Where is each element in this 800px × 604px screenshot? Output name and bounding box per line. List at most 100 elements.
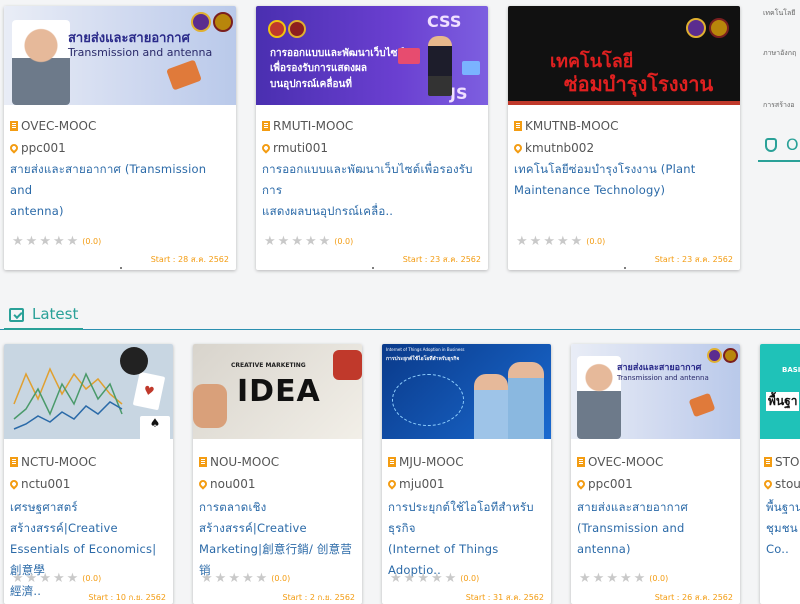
building-icon	[577, 457, 585, 467]
course-thumbnail[interactable]: การออกแบบและพัฒนาเว็บไซต์ เพื่อรองรับการ…	[256, 6, 488, 105]
star-icon: ★	[570, 234, 583, 249]
course-thumbnail[interactable]: สายส่งและสายอากาศ Transmission and anten…	[4, 6, 236, 105]
title-line[interactable]: เศรษฐศาสตร์สร้างสรรค์|Creative	[10, 497, 167, 539]
title-line[interactable]: การตลาดเชิงสร้างสรรค์|Creative	[199, 497, 356, 539]
institution-label: STO	[775, 455, 800, 469]
course-title[interactable]: เทคโนโลยีซ่อมบำรุงโรงงาน (Plant Maintenan…	[514, 159, 734, 201]
institution-label: NOU-MOOC	[210, 455, 280, 469]
course-card[interactable]: สายส่งและสายอากาศ Transmission and anten…	[571, 344, 740, 604]
star-icon: ★	[277, 234, 290, 249]
star-icon: ★	[66, 571, 79, 586]
logo-icon	[191, 12, 211, 32]
course-thumbnail[interactable]: BASI พื้นฐา	[760, 344, 800, 439]
title-line[interactable]: พื้นฐาน	[766, 497, 800, 518]
building-icon	[199, 457, 207, 467]
chart-badge-icon	[120, 347, 148, 375]
course-title[interactable]: สายส่งและสายอากาศ (Transmission and anten…	[10, 159, 230, 222]
title-line[interactable]: แสดงผลบนอุปกรณ์เคลื่อ..	[262, 201, 482, 222]
pin-icon	[575, 478, 587, 490]
building-icon	[514, 121, 522, 131]
rating-value: (0.0)	[460, 574, 480, 583]
title-line[interactable]: เทคโนโลยีซ่อมบำรุงโรงงาน (Plant	[514, 159, 734, 180]
course-card[interactable]: BASI พื้นฐา STO stou. พื้นฐานชุมชนCo..	[760, 344, 800, 604]
course-card[interactable]: สายส่งและสายอากาศ Transmission and anten…	[4, 6, 236, 270]
course-thumbnail[interactable]: เทคโนโลยี ซ่อมบำรุงโรงงาน	[508, 6, 740, 105]
pin-icon	[197, 478, 209, 490]
logo-icon	[288, 20, 306, 38]
course-card[interactable]: การออกแบบและพัฒนาเว็บไซต์ เพื่อรองรับการ…	[256, 6, 488, 270]
star-icon: ★	[228, 571, 240, 586]
rating-value: (0.0)	[586, 237, 606, 246]
course-title[interactable]: สายส่งและสายอากาศ (Transmission and anten…	[577, 497, 734, 560]
institution-label: OVEC-MOOC	[21, 119, 97, 133]
logo-icon	[268, 20, 286, 38]
device-illustration	[462, 61, 480, 75]
star-rating: ★ ★ ★ ★ ★ (0.0)	[579, 572, 668, 585]
iot-network-illustration	[392, 374, 464, 426]
institution: OVEC-MOOC	[577, 455, 663, 469]
logo-icon	[709, 18, 729, 38]
star-icon: ★	[39, 234, 51, 249]
rating-value: (0.0)	[334, 237, 354, 246]
course-thumbnail[interactable]: CREATIVE MARKETING IDEA	[193, 344, 362, 439]
star-icon: ★	[39, 571, 51, 586]
latest-section-header: Latest	[0, 305, 800, 331]
side-category-item[interactable]: ภาษาอังกฤ	[763, 48, 796, 59]
institution: KMUTNB-MOOC	[514, 119, 619, 133]
course-card[interactable]: Internet of Things Adoption in Business …	[382, 344, 551, 604]
rating-value: (0.0)	[649, 574, 669, 583]
building-icon	[10, 121, 18, 131]
course-card[interactable]: CREATIVE MARKETING IDEA NOU-MOOC nou001 …	[193, 344, 362, 604]
title-line[interactable]: การประยุกต์ใช้ไอโอทีสำหรับธุรกิจ	[388, 497, 545, 539]
side-category-item[interactable]: เทคโนโลยี	[763, 8, 795, 19]
institution-label: RMUTI-MOOC	[273, 119, 354, 133]
course-title[interactable]: การประยุกต์ใช้ไอโอทีสำหรับธุรกิจ (Interne…	[388, 497, 545, 581]
title-line[interactable]: การออกแบบและพัฒนาเว็บไซต์เพื่อรองรับการ	[262, 159, 482, 201]
thumb-subtitle: Transmission and antenna	[617, 374, 709, 382]
course-thumbnail[interactable]: Internet of Things Adoption in Business …	[382, 344, 551, 439]
title-line[interactable]: Maintenance Technology)	[514, 180, 734, 201]
star-icon: ★	[255, 571, 268, 586]
accent-stripe	[508, 101, 740, 105]
start-date: Start : 31 ส.ค. 2562	[465, 593, 544, 602]
star-icon: ★	[529, 234, 542, 249]
institution: RMUTI-MOOC	[262, 119, 353, 133]
course-title[interactable]: เศรษฐศาสตร์สร้างสรรค์|Creative Essentials…	[10, 497, 167, 602]
course-thumbnail[interactable]: ♥ ♠	[4, 344, 173, 439]
star-icon: ★	[12, 571, 24, 586]
start-date: Start : 23 ส.ค. 2562	[402, 255, 481, 264]
rating-value: (0.0)	[82, 237, 102, 246]
course-code-label: rmuti001	[273, 141, 328, 155]
course-title[interactable]: พื้นฐาน ชุมชน Co..	[766, 497, 800, 560]
side-category-item[interactable]: การสร้างอ	[763, 100, 795, 111]
person-illustration	[428, 36, 452, 96]
course-code: nctu001	[8, 477, 71, 491]
js-label: JS	[450, 84, 468, 103]
course-code: nou001	[197, 477, 255, 491]
separator-dot	[120, 267, 122, 269]
course-title[interactable]: การออกแบบและพัฒนาเว็บไซต์เพื่อรองรับการแ…	[262, 159, 482, 222]
thumb-title: การออกแบบและพัฒนาเว็บไซต์	[270, 48, 404, 59]
course-thumbnail[interactable]: สายส่งและสายอากาศ Transmission and anten…	[571, 344, 740, 439]
building-icon	[764, 457, 772, 467]
institution: MJU-MOOC	[388, 455, 464, 469]
title-line[interactable]: antenna)	[10, 201, 230, 222]
logo-icon	[213, 12, 233, 32]
star-icon: ★	[556, 234, 569, 249]
star-icon: ★	[214, 571, 227, 586]
course-code: stou.	[762, 477, 800, 491]
course-title[interactable]: การตลาดเชิงสร้างสรรค์|Creative Marketing|…	[199, 497, 356, 581]
star-icon: ★	[66, 234, 79, 249]
title-line[interactable]: สายส่งและสายอากาศ	[577, 497, 734, 518]
title-line[interactable]: ชุมชน	[766, 518, 800, 539]
course-card[interactable]: ♥ ♠ NCTU-MOOC nctu001 เศรษฐศาสตร์สร้างสร…	[4, 344, 173, 604]
star-icon: ★	[444, 571, 457, 586]
logo-icon	[686, 18, 706, 38]
course-code-label: mju001	[399, 477, 445, 491]
course-card[interactable]: เทคโนโลยี ซ่อมบำรุงโรงงาน KMUTNB-MOOC km…	[508, 6, 740, 270]
title-line[interactable]: (Transmission and antenna)	[577, 518, 734, 560]
title-line[interactable]: Co..	[766, 539, 800, 560]
title-line[interactable]: สายส่งและสายอากาศ (Transmission and	[10, 159, 230, 201]
course-code-label: nctu001	[21, 477, 71, 491]
thumb-title: สายส่งและสายอากาศ	[617, 363, 702, 373]
